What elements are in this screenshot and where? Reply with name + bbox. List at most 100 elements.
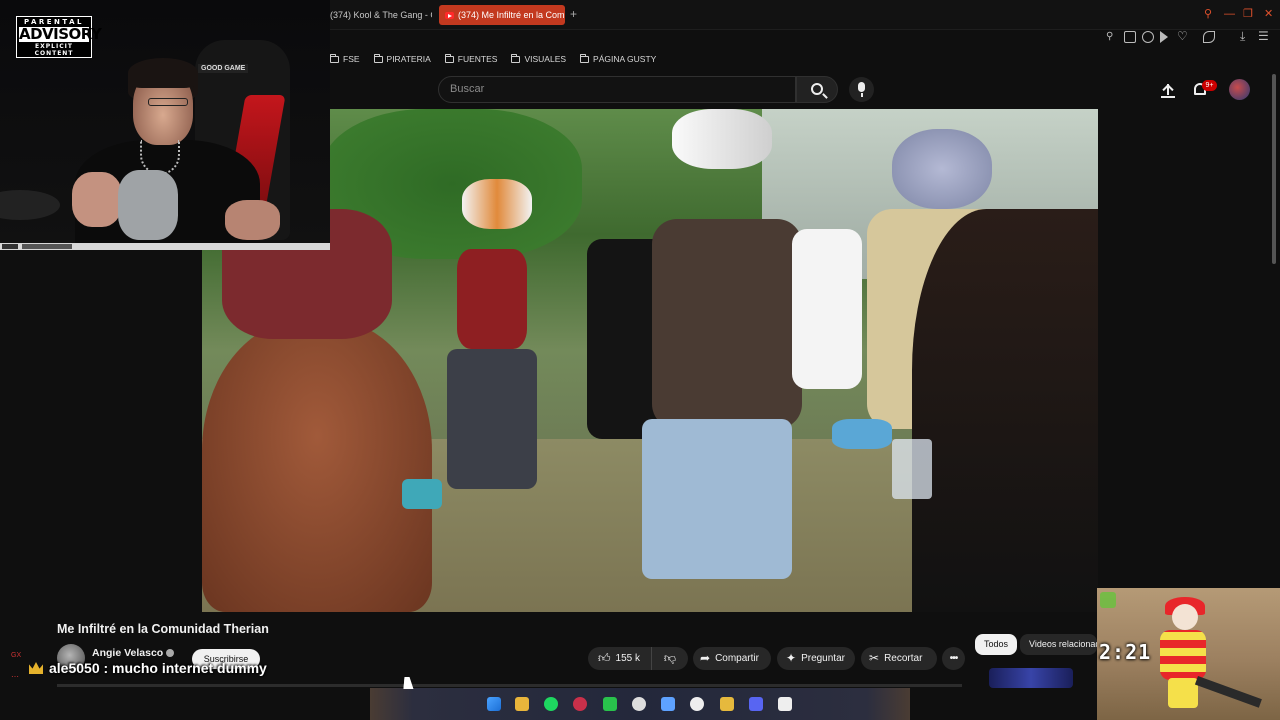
pin-icon[interactable]: ⚲ <box>1106 31 1113 43</box>
tab-kool-and-the-gang[interactable]: (374) Kool & The Gang - C <box>324 5 432 25</box>
search-input[interactable]: Buscar <box>438 76 796 103</box>
person-brown-shirt <box>652 219 802 429</box>
chat-text: : mucho internet dummy <box>99 660 267 676</box>
scissors-icon: ✂ <box>869 651 880 665</box>
bookmark-visuales[interactable]: VISUALES <box>511 52 566 66</box>
chair-logo: GOOD GAME <box>198 64 249 73</box>
new-tab-button[interactable]: + <box>567 7 580 22</box>
menu-icon[interactable]: ☰ <box>1258 30 1269 42</box>
start-icon[interactable] <box>487 697 501 711</box>
video-player[interactable] <box>202 109 1098 612</box>
file-explorer-icon[interactable] <box>515 697 529 711</box>
foreground-person-hair <box>202 319 432 612</box>
share-button[interactable]: ➦ Compartir <box>693 647 771 670</box>
search-button[interactable] <box>796 76 838 103</box>
clown-legs <box>1168 678 1198 708</box>
restore-icon[interactable]: ❐ <box>1243 8 1253 20</box>
like-button[interactable]: 👍︎ 155 k <box>588 647 652 670</box>
play-icon[interactable] <box>1160 31 1168 43</box>
clown-body <box>1160 630 1206 680</box>
extensions-icon[interactable] <box>1203 31 1215 43</box>
minimize-icon[interactable]: — <box>1224 8 1235 20</box>
comments-divider <box>57 684 962 687</box>
person-red-top <box>457 249 527 349</box>
discord-icon[interactable] <box>749 697 763 711</box>
download-icon[interactable]: ⤓ <box>1240 30 1245 42</box>
tab-label: (374) Kool & The Gang - C <box>330 10 432 20</box>
page-scrollbar[interactable] <box>1272 74 1276 264</box>
gx-dots-icon: ⋯ <box>11 672 19 681</box>
related-video-thumbnail[interactable] <box>989 668 1073 688</box>
more-actions-button[interactable]: ••• <box>942 647 965 670</box>
bookmark-label: VISUALES <box>524 54 567 64</box>
capcut-icon-2[interactable] <box>778 697 792 711</box>
camtasia-icon[interactable] <box>603 697 617 711</box>
clown-face <box>1172 604 1198 630</box>
app-icon-2[interactable] <box>720 697 734 711</box>
like-dislike-group: 👍︎ 155 k 👎︎ <box>588 647 688 670</box>
video-title: Me Infiltré en la Comunidad Therian <box>57 622 269 636</box>
spotify-icon[interactable] <box>544 697 558 711</box>
streamer-glove <box>118 170 178 240</box>
chip-all[interactable]: Todos <box>975 634 1018 655</box>
search-icon[interactable]: ⚲ <box>1204 8 1212 20</box>
gx-label: GX <box>11 652 22 659</box>
heart-icon[interactable]: ♡ <box>1177 30 1188 42</box>
advisory-bottom: EXPLICIT CONTENT <box>34 43 74 57</box>
window-button[interactable] <box>22 244 72 249</box>
person-dark-foreground <box>912 209 1098 612</box>
ask-button[interactable]: ✦ Preguntar <box>777 647 855 670</box>
opera-icon[interactable] <box>573 697 587 711</box>
plastic-cup <box>892 439 932 499</box>
advisory-mid: ADVISORY <box>19 25 102 43</box>
folder-icon <box>511 53 521 63</box>
folder-icon <box>330 53 339 63</box>
clip-label: Recortar <box>884 653 923 665</box>
capcut-icon[interactable] <box>690 697 704 711</box>
bookmark-pagina-gusty[interactable]: PÁGINA GUSTY <box>580 52 656 66</box>
channel-name[interactable]: Angie Velasco <box>92 647 175 659</box>
voice-search-icon[interactable] <box>849 77 874 102</box>
folder-icon <box>373 53 383 63</box>
tab-label: (374) Me Infiltré en la Com <box>458 10 565 20</box>
blue-bag <box>832 419 892 449</box>
tab-me-infiltre[interactable]: (374) Me Infiltré en la Com <box>439 5 565 25</box>
streamer-bangs <box>128 58 198 88</box>
share-label: Compartir <box>715 653 759 665</box>
share-icon: ➦ <box>700 651 711 665</box>
person-jeans-shorts <box>447 349 537 489</box>
wolf-mask <box>672 109 772 169</box>
chat-username: ale5050 <box>49 660 100 676</box>
webcam-overlay: GOOD GAME PARENTAL ADVISORY EXPLICIT CON… <box>0 0 330 243</box>
streamer-hand-right <box>225 200 280 240</box>
microphone-arm <box>0 190 60 220</box>
sparkle-icon: ✦ <box>786 651 797 665</box>
chip-related-videos[interactable]: Videos relacionados <box>1020 634 1097 655</box>
thumbs-down-icon: 👎︎ <box>663 651 677 665</box>
close-icon[interactable]: ✕ <box>1264 8 1273 20</box>
vpn-icon[interactable] <box>1142 31 1154 43</box>
like-count: 155 k <box>615 653 641 665</box>
notifications-badge: 9+ <box>1202 80 1217 91</box>
game-hud-icon <box>1100 592 1116 608</box>
account-avatar[interactable] <box>1229 79 1250 100</box>
bookmark-label: FSE <box>343 54 360 64</box>
bookmark-fuentes[interactable]: FUENTES <box>444 52 497 66</box>
parental-advisory-logo: PARENTAL ADVISORY EXPLICIT CONTENT <box>16 16 102 58</box>
bookmarks-bar: FSE PIRATERIA FUENTES VISUALES PÁGINA GU… <box>330 52 656 66</box>
window-button[interactable] <box>2 244 18 249</box>
channel-name-text: Angie Velasco <box>92 647 164 659</box>
screenshot-icon[interactable] <box>1124 31 1136 43</box>
bookmark-label: PIRATERIA <box>386 54 431 64</box>
bookmark-pirateria[interactable]: PIRATERIA <box>373 52 431 66</box>
crown-icon <box>29 662 43 674</box>
bookmark-label: PÁGINA GUSTY <box>593 54 657 64</box>
dislike-button[interactable]: 👎︎ <box>652 647 688 670</box>
bookmark-fse[interactable]: FSE <box>330 52 360 66</box>
app-icon[interactable] <box>661 697 675 711</box>
obs-icon[interactable] <box>632 697 646 711</box>
folder-icon <box>444 53 454 63</box>
ask-label: Preguntar <box>801 653 845 665</box>
clip-button[interactable]: ✂ Recortar <box>861 647 937 670</box>
youtube-icon <box>445 12 454 20</box>
